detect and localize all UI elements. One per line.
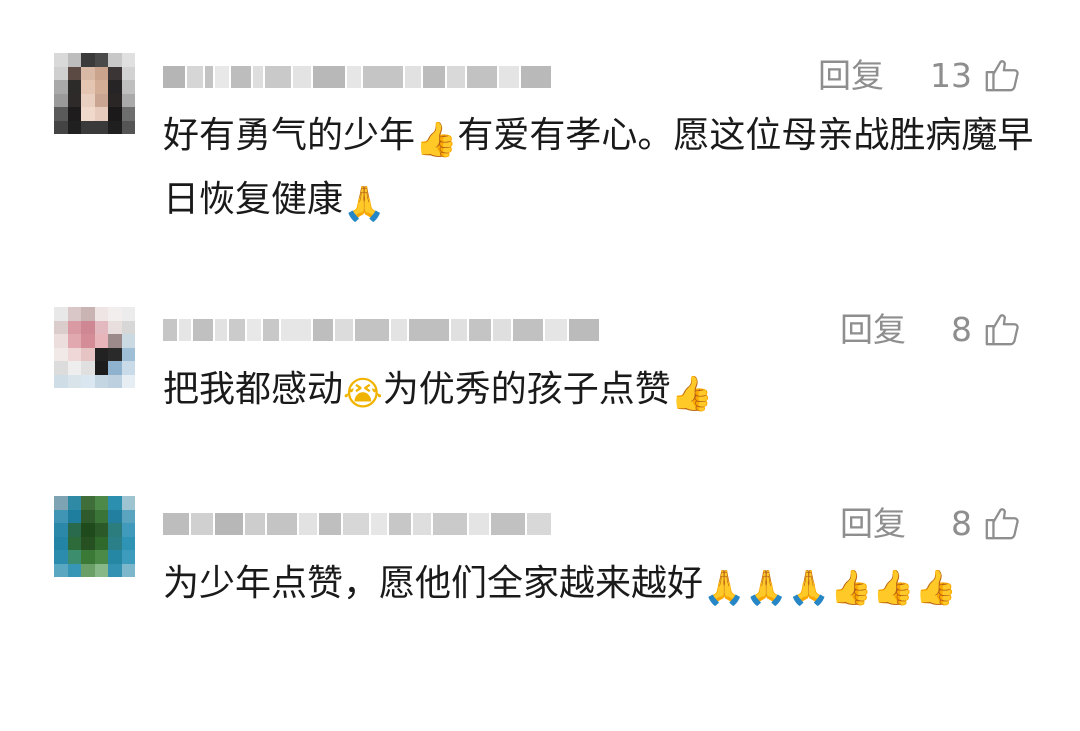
reply-button[interactable]: 回复 xyxy=(818,56,884,96)
username-blurred[interactable] xyxy=(163,314,599,346)
thumbs-up-emoji-icon: 👍 xyxy=(872,568,915,608)
comment-text-part: 好有勇气的少年 xyxy=(163,115,416,156)
username-blurred[interactable] xyxy=(163,61,551,93)
thumbs-up-emoji-icon: 👍 xyxy=(415,120,458,160)
thumbs-up-outline-icon[interactable] xyxy=(983,56,1021,94)
comment-text: 把我都感动😭为优秀的孩子点赞👍 xyxy=(163,358,1043,422)
reply-button[interactable]: 回复 xyxy=(840,310,906,350)
reply-button[interactable]: 回复 xyxy=(840,504,906,544)
avatar[interactable] xyxy=(54,496,135,577)
thumbs-up-outline-icon[interactable] xyxy=(983,310,1021,348)
praying-hands-emoji-icon: 🙏 xyxy=(745,568,788,608)
thumbs-up-outline-icon[interactable] xyxy=(983,504,1021,542)
praying-hands-emoji-icon: 🙏 xyxy=(787,568,831,608)
like-count: 13 xyxy=(930,56,972,95)
comment-text-part: 把我都感动 xyxy=(163,369,344,410)
avatar[interactable] xyxy=(54,307,135,388)
avatar[interactable] xyxy=(54,53,135,134)
praying-hands-emoji-icon: 🙏 xyxy=(703,568,746,608)
praying-hands-emoji-icon: 🙏 xyxy=(343,184,386,224)
like-count: 8 xyxy=(951,504,972,543)
comment-text-part: 为少年点赞，愿他们全家越来越好 xyxy=(163,563,704,604)
thumbs-up-emoji-icon: 👍 xyxy=(830,568,873,608)
comment-text: 为少年点赞，愿他们全家越来越好🙏🙏🙏👍👍👍 xyxy=(163,552,1043,616)
crying-face-emoji-icon: 😭 xyxy=(343,374,383,414)
thumbs-up-emoji-icon: 👍 xyxy=(670,374,714,414)
comment-text: 好有勇气的少年👍有爱有孝心。愿这位母亲战胜病魔早日恢复健康🙏 xyxy=(163,104,1043,232)
comment-text-part: 为优秀的孩子点赞 xyxy=(382,369,671,410)
thumbs-up-emoji-icon: 👍 xyxy=(914,568,958,608)
username-blurred[interactable] xyxy=(163,508,551,540)
like-count: 8 xyxy=(951,310,972,349)
